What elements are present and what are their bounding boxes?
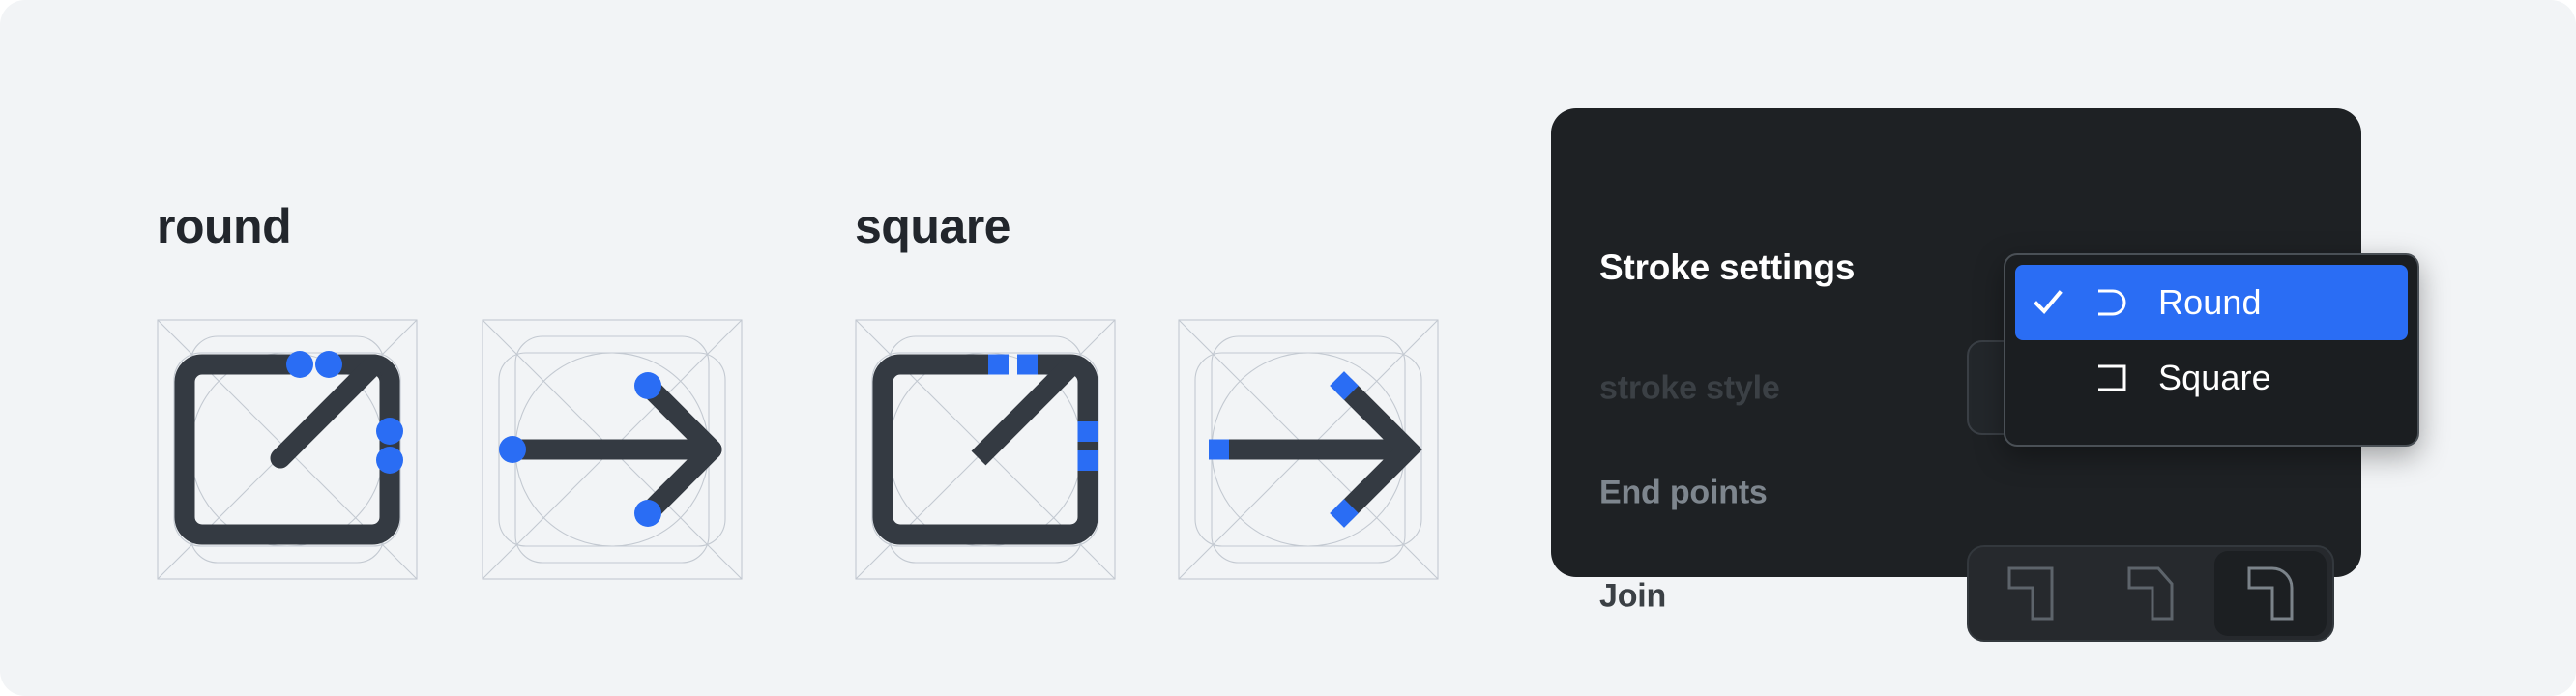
square-cap-icon <box>2093 362 2133 394</box>
row-label-stroke-style: stroke style <box>1599 369 1780 407</box>
bevel-join-icon <box>2123 563 2178 624</box>
icon-preview-round-arrow-right <box>482 319 743 580</box>
icon-stroke <box>872 354 1098 545</box>
miter-join-icon <box>2004 563 2058 624</box>
dropdown-item-square[interactable]: Square <box>2015 340 2408 416</box>
round-join-button[interactable] <box>2214 551 2327 636</box>
icon-preview-round-external-link <box>157 319 418 580</box>
icon-stroke <box>502 375 722 524</box>
stroke-cap-dropdown-menu[interactable]: Round Square <box>2004 253 2419 447</box>
group-label-square: square <box>855 199 1010 253</box>
canvas-background: round square Stroke settings stroke styl… <box>0 0 2576 696</box>
icon-stroke <box>1209 378 1422 521</box>
row-label-join: Join <box>1599 577 1667 615</box>
checkmark-icon <box>2029 286 2067 319</box>
dropdown-item-label: Square <box>2158 358 2271 397</box>
miter-join-button[interactable] <box>1975 551 2087 636</box>
panel-title: Stroke settings <box>1599 247 1856 287</box>
icon-stroke <box>174 354 400 545</box>
icon-preview-square-arrow-right <box>1178 319 1439 580</box>
row-label-end-points: End points <box>1599 474 1768 511</box>
round-join-icon <box>2243 563 2298 624</box>
dropdown-item-round[interactable]: Round <box>2015 265 2408 340</box>
group-label-round: round <box>157 199 292 253</box>
join-option-group <box>1967 545 2334 642</box>
icon-preview-square-external-link <box>855 319 1116 580</box>
bevel-join-button[interactable] <box>2094 551 2207 636</box>
stroke-cap-demo-area: round square <box>0 0 1508 696</box>
dropdown-item-label: Round <box>2158 282 2262 322</box>
round-cap-icon <box>2093 286 2133 319</box>
